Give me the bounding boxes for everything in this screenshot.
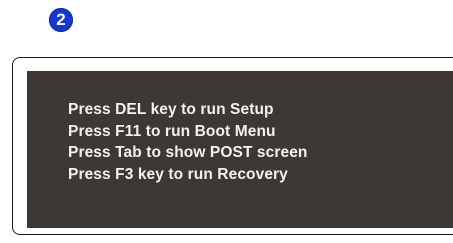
post-line-boot-menu: Press F11 to run Boot Menu: [68, 122, 276, 140]
post-message-list: Press DEL key to run Setup Press F11 to …: [68, 99, 308, 185]
post-line-setup: Press DEL key to run Setup: [68, 101, 274, 118]
illustration: 2 Press DEL key to run Setup Press F11 t…: [0, 0, 453, 243]
step-number-badge: 2: [49, 8, 73, 32]
post-line-recovery: Press F3 key to run Recovery: [68, 165, 288, 183]
post-line-post-screen: Press Tab to show POST screen: [68, 144, 308, 161]
